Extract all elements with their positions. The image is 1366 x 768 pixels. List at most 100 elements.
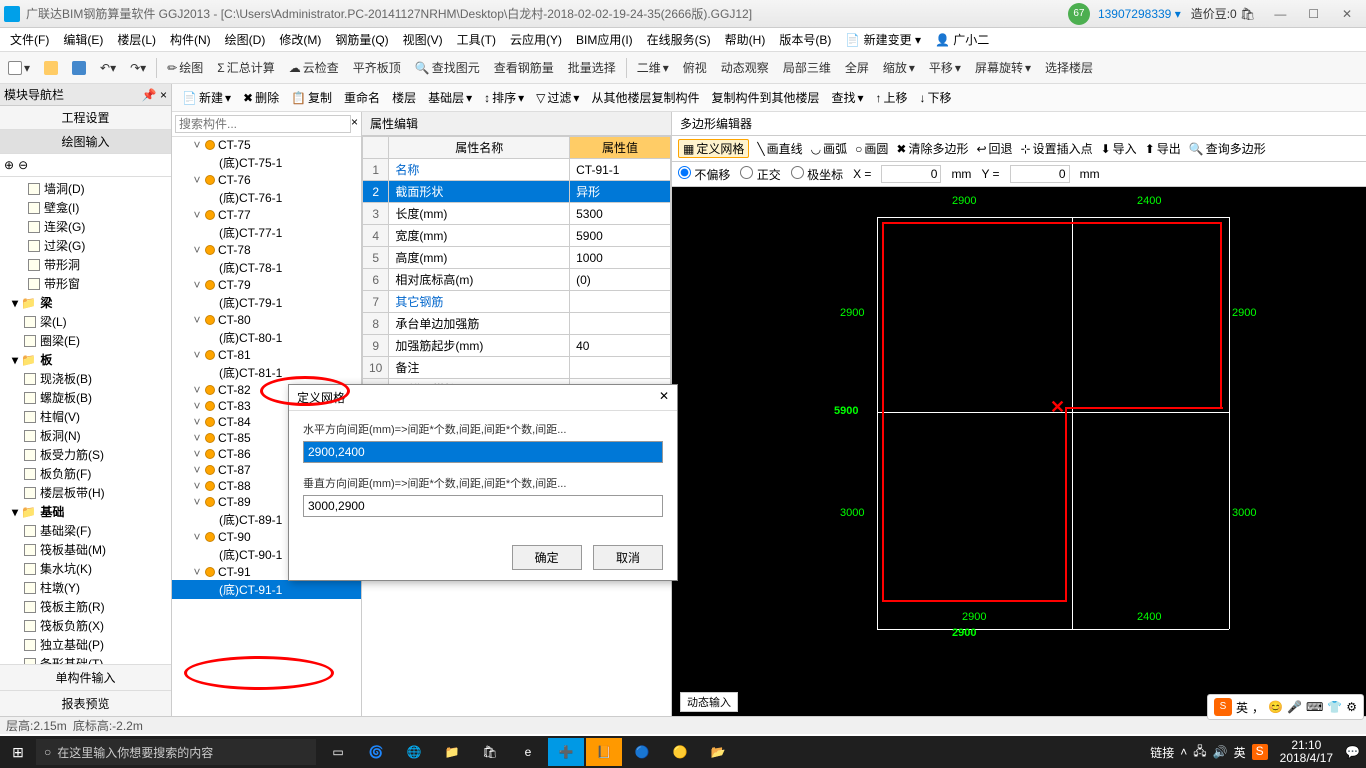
find-button[interactable]: 查找 ▾ <box>827 88 867 107</box>
orbit-button[interactable]: 动态观察 <box>717 59 773 76</box>
local3d-button[interactable]: 局部三维 <box>779 59 835 76</box>
drawing-canvas[interactable]: 2900 2400 ✕ 2900 2900 <box>672 187 1366 716</box>
cloud-check-button[interactable]: ☁ 云检查 <box>285 59 343 76</box>
search-input[interactable] <box>175 115 351 133</box>
tray-network-icon[interactable]: 🖧 <box>1193 742 1206 763</box>
import-button[interactable]: ⬇ 导入 <box>1101 140 1137 157</box>
expand-icon[interactable]: ⊕ <box>4 158 14 172</box>
ct-sub[interactable]: (底)CT-76-1 <box>172 188 361 207</box>
undo-icon[interactable]: ↶▾ <box>96 61 120 75</box>
notifications-icon[interactable]: 💬 <box>1345 745 1360 759</box>
menu-modify[interactable]: 修改(M) <box>273 29 327 50</box>
opt-ortho[interactable]: 正交 <box>740 166 780 183</box>
taskview-icon[interactable]: ▭ <box>320 738 356 766</box>
menu-edit[interactable]: 编辑(E) <box>57 29 109 50</box>
ct-sub[interactable]: (底)CT-77-1 <box>172 223 361 242</box>
prop-row[interactable]: 4宽度(mm)5900 <box>363 225 671 247</box>
ct-node[interactable]: ˅CT-77 <box>172 207 361 223</box>
prop-row[interactable]: 1名称CT-91-1 <box>363 159 671 181</box>
tab-project[interactable]: 工程设置 <box>0 106 171 130</box>
ct-node[interactable]: ˅CT-76 <box>172 172 361 188</box>
clear-button[interactable]: ✖ 清除多边形 <box>896 140 968 157</box>
store-icon[interactable]: 🛍 <box>472 738 508 766</box>
sort-button[interactable]: ↕ 排序 ▾ <box>480 88 528 107</box>
define-grid-button[interactable]: ▦ 定义网格 <box>678 139 749 158</box>
ggj-app-icon[interactable]: ➕ <box>548 738 584 766</box>
ok-button[interactable]: 确定 <box>512 545 582 570</box>
ct-node[interactable]: ˅CT-80 <box>172 312 361 328</box>
dialog-close-icon[interactable]: ✕ <box>659 389 669 406</box>
ct-sub[interactable]: (底)CT-81-1 <box>172 363 361 382</box>
undo-button[interactable]: ↩ 回退 <box>976 140 1012 157</box>
view2d-button[interactable]: 二维 ▾ <box>633 59 673 76</box>
fullscreen-button[interactable]: 全屏 <box>841 59 873 76</box>
view-rebar-button[interactable]: 查看钢筋量 <box>490 59 558 76</box>
prop-row[interactable]: 7其它钢筋 <box>363 291 671 313</box>
y-input[interactable] <box>1010 165 1070 183</box>
menu-view[interactable]: 视图(V) <box>397 29 449 50</box>
app-icon-4[interactable]: 🟡 <box>662 738 698 766</box>
copy-from-button[interactable]: 从其他楼层复制构件 <box>587 88 703 107</box>
prop-row[interactable]: 2截面形状异形 <box>363 181 671 203</box>
app-icon-5[interactable]: 📂 <box>700 738 736 766</box>
sum-button[interactable]: Σ 汇总计算 <box>213 59 278 76</box>
draw-circle-button[interactable]: ○ 画圆 <box>855 140 888 157</box>
menu-tool[interactable]: 工具(T) <box>451 29 502 50</box>
new-file-icon[interactable]: ▾ <box>4 61 34 75</box>
phone-number[interactable]: 13907298339 ▾ <box>1098 7 1181 21</box>
prop-row[interactable]: 10备注 <box>363 357 671 379</box>
menu-file[interactable]: 文件(F) <box>4 29 55 50</box>
close-button[interactable]: ✕ <box>1332 7 1362 21</box>
redo-icon[interactable]: ↷▾ <box>126 61 150 75</box>
ct-node[interactable]: ˅CT-75 <box>172 137 361 153</box>
ct-sub[interactable]: (底)CT-75-1 <box>172 153 361 172</box>
menu-cloud[interactable]: 云应用(Y) <box>504 29 568 50</box>
menu-bim[interactable]: BIM应用(I) <box>570 29 639 50</box>
menu-floor[interactable]: 楼层(L) <box>111 29 162 50</box>
search-clear-icon[interactable]: × <box>351 115 358 133</box>
ct-node[interactable]: ˅CT-78 <box>172 242 361 258</box>
zoom-button[interactable]: 缩放 ▾ <box>879 59 919 76</box>
select-floor-button[interactable]: 选择楼层 <box>1041 59 1097 76</box>
batch-select-button[interactable]: 批量选择 <box>564 59 620 76</box>
menu-rebar[interactable]: 钢筋量(Q) <box>329 29 394 50</box>
ct-sub[interactable]: (底)CT-79-1 <box>172 293 361 312</box>
moveup-button[interactable]: ↑ 上移 <box>872 88 912 107</box>
h-spacing-input[interactable] <box>303 441 663 463</box>
new-change-button[interactable]: 📄 新建变更 ▾ <box>839 29 927 50</box>
pin-icon[interactable]: 📌 × <box>142 88 167 102</box>
tray-volume-icon[interactable]: 🔊 <box>1213 745 1228 759</box>
cancel-button[interactable]: 取消 <box>593 545 663 570</box>
ie-icon[interactable]: e <box>510 738 546 766</box>
explorer-icon[interactable]: 📁 <box>434 738 470 766</box>
tab-draw[interactable]: 绘图输入 <box>0 130 171 154</box>
x-input[interactable] <box>881 165 941 183</box>
find-elem-button[interactable]: 🔍 查找图元 <box>411 59 484 76</box>
menu-online[interactable]: 在线服务(S) <box>641 29 717 50</box>
prop-row[interactable]: 8承台单边加强筋 <box>363 313 671 335</box>
user-label[interactable]: 👤 广小二 <box>929 29 995 50</box>
ct-node[interactable]: ˅CT-81 <box>172 347 361 363</box>
baselayer-combo[interactable]: 基础层 ▾ <box>424 88 476 107</box>
prop-row[interactable]: 3长度(mm)5300 <box>363 203 671 225</box>
copy-to-button[interactable]: 复制构件到其他楼层 <box>707 88 823 107</box>
draw-arc-button[interactable]: ◡ 画弧 <box>811 140 848 157</box>
save-icon[interactable] <box>68 61 90 75</box>
minimize-button[interactable]: — <box>1265 7 1295 21</box>
export-button[interactable]: ⬆ 导出 <box>1145 140 1181 157</box>
prop-row[interactable]: 6相对底标高(m)(0) <box>363 269 671 291</box>
query-button[interactable]: 🔍 查询多边形 <box>1189 140 1266 157</box>
ct-node[interactable]: ˅CT-79 <box>172 277 361 293</box>
maximize-button[interactable]: ☐ <box>1299 7 1329 21</box>
rotate-button[interactable]: 屏幕旋转 ▾ <box>971 59 1035 76</box>
menu-component[interactable]: 构件(N) <box>164 29 217 50</box>
open-icon[interactable] <box>40 61 62 75</box>
opt-polar[interactable]: 极坐标 <box>791 166 843 183</box>
insert-point-button[interactable]: ⊹ 设置插入点 <box>1021 140 1093 157</box>
flat-top-button[interactable]: 平齐板顶 <box>349 59 405 76</box>
delete-button[interactable]: ✖ 删除 <box>239 88 283 107</box>
tray-ime-icon[interactable]: 英 <box>1234 744 1246 761</box>
ime-toolbar[interactable]: S 英 ， 😊 🎤 ⌨ 👕 ⚙ <box>1207 694 1364 720</box>
start-button[interactable]: ⊞ <box>0 744 36 761</box>
tray-link[interactable]: 链接 <box>1150 744 1174 761</box>
